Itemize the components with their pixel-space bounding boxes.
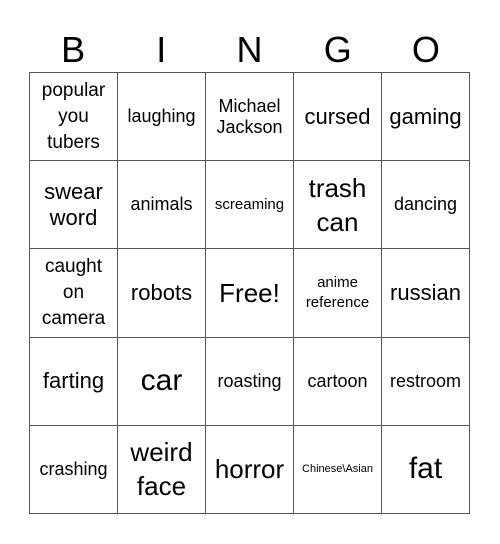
bingo-cell-label: swear word <box>44 178 103 230</box>
bingo-cell[interactable]: gaming <box>382 73 470 162</box>
bingo-cell[interactable]: cartoon <box>294 337 382 426</box>
bingo-cell[interactable]: anime reference <box>294 249 382 338</box>
bingo-cell-label: cartoon <box>307 370 368 391</box>
bingo-cell-label: horror <box>214 454 285 485</box>
bingo-cell-label: roasting <box>217 370 282 391</box>
bingo-cell-label: gaming <box>389 103 462 129</box>
bingo-cell[interactable]: screaming <box>206 161 294 250</box>
bingo-cell[interactable]: restroom <box>382 337 470 426</box>
bingo-cell[interactable]: farting <box>30 337 118 426</box>
bingo-cell-label: popular you tubers <box>41 79 106 153</box>
bingo-cell-label: weird face <box>130 437 193 502</box>
bingo-cell-label: anime reference <box>305 273 370 311</box>
bingo-cell[interactable]: fat <box>382 425 470 514</box>
bingo-cell-label: russian <box>390 279 461 305</box>
bingo-cell-label: Free! <box>219 277 280 308</box>
bingo-cell[interactable]: weird face <box>118 425 206 514</box>
bingo-cell[interactable]: russian <box>382 249 470 338</box>
bingo-cell-label: fat <box>408 452 443 486</box>
bingo-cell[interactable]: car <box>118 337 206 426</box>
bingo-cell[interactable]: roasting <box>206 337 294 426</box>
bingo-cell[interactable]: Michael Jackson <box>206 73 294 162</box>
bingo-cell-label: car <box>140 364 183 398</box>
bingo-cell-label: laughing <box>127 106 196 127</box>
bingo-cell-label: dancing <box>393 194 458 215</box>
header-letter-o: O <box>411 29 440 70</box>
bingo-cell-free[interactable]: Free! <box>206 249 294 338</box>
bingo-cell-label: farting <box>42 368 105 394</box>
bingo-cell-label: trash can <box>308 172 367 237</box>
bingo-cell-label: restroom <box>389 370 461 391</box>
bingo-cell[interactable]: swear word <box>30 161 118 250</box>
bingo-cell-label: crashing <box>39 458 108 479</box>
bingo-cell-label: robots <box>130 279 193 305</box>
bingo-cell[interactable]: crashing <box>30 425 118 514</box>
bingo-cell-label: animals <box>130 194 193 215</box>
header-letter-g: G <box>323 29 352 70</box>
header-letter-i: I <box>156 29 167 70</box>
bingo-cell-label: cursed <box>304 103 371 129</box>
bingo-cell[interactable]: robots <box>118 249 206 338</box>
bingo-header: B I N G O <box>29 28 470 72</box>
bingo-cell[interactable]: cursed <box>294 73 382 162</box>
bingo-cell-label: caught on camera <box>41 255 106 329</box>
bingo-cell-label: Michael Jackson <box>216 95 283 137</box>
bingo-cell[interactable]: trash can <box>294 161 382 250</box>
bingo-cell[interactable]: animals <box>118 161 206 250</box>
bingo-cell[interactable]: laughing <box>118 73 206 162</box>
bingo-cell[interactable]: dancing <box>382 161 470 250</box>
bingo-cell[interactable]: Chinese\Asian <box>294 425 382 514</box>
header-letter-b: B <box>61 29 86 70</box>
bingo-grid: popular you tubers laughing Michael Jackso… <box>29 72 470 514</box>
bingo-cell-label: screaming <box>214 195 285 213</box>
bingo-cell[interactable]: horror <box>206 425 294 514</box>
bingo-cell-label: Chinese\Asian <box>302 462 373 475</box>
bingo-cell[interactable]: caught on camera <box>30 249 118 338</box>
header-letter-n: N <box>236 29 263 70</box>
bingo-cell[interactable]: popular you tubers <box>30 73 118 162</box>
